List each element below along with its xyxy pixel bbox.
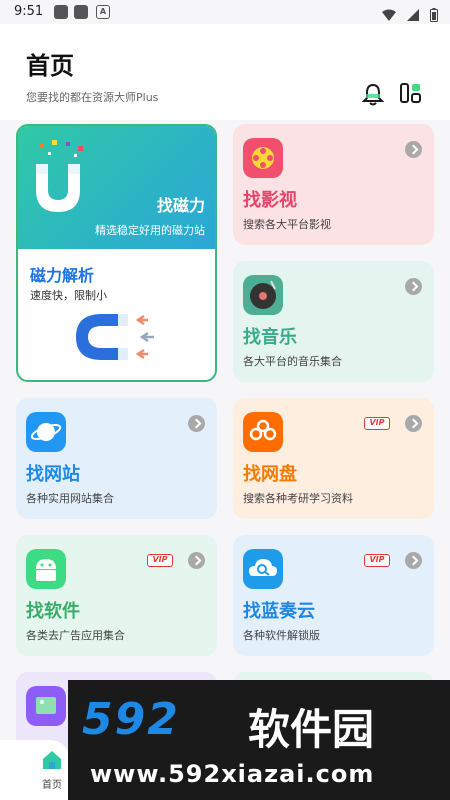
chevron-right-icon[interactable] <box>405 141 422 158</box>
magnet-parse-desc: 速度快，限制小 <box>30 289 107 302</box>
cloud-search-icon <box>243 549 283 589</box>
card-desc: 搜索各大平台影视 <box>243 218 331 231</box>
card-title: 找蓝奏云 <box>243 601 315 622</box>
magnet-search-banner[interactable]: 找磁力 精选稳定好用的磁力站 <box>18 126 215 249</box>
page-subtitle: 您要找的都在资源大师Plus <box>26 91 159 104</box>
card-title: 找影视 <box>243 190 297 211</box>
notification-icon <box>54 5 68 19</box>
watermark-name: 软件园 <box>248 705 375 754</box>
image-icon <box>26 686 66 726</box>
vip-badge: VIP <box>147 554 173 567</box>
horseshoe-magnet-icon <box>76 314 154 360</box>
card-find-video[interactable]: 找影视 搜索各大平台影视 <box>233 124 434 245</box>
vip-badge: VIP <box>364 417 390 430</box>
chevron-right-icon[interactable] <box>405 552 422 569</box>
battery-icon <box>430 7 438 22</box>
card-find-lanzou[interactable]: VIP 找蓝奏云 各种软件解锁版 <box>233 535 434 656</box>
layout-grid-icon[interactable] <box>400 82 422 104</box>
page-title: 首页 <box>26 52 74 80</box>
header: 首页 您要找的都在资源大师Plus <box>0 24 450 120</box>
notification-icon <box>74 5 88 19</box>
chevron-right-icon[interactable] <box>405 415 422 432</box>
magnet-card[interactable]: 找磁力 精选稳定好用的磁力站 磁力解析 速度快，限制小 <box>16 124 217 382</box>
watermark-number: 592 <box>82 694 180 745</box>
card-desc: 各类去广告应用集合 <box>26 629 125 642</box>
chevron-right-icon[interactable] <box>188 415 205 432</box>
planet-icon <box>26 412 66 452</box>
status-bar: 9:51 A <box>0 0 450 24</box>
card-desc: 各大平台的音乐集合 <box>243 355 342 368</box>
wifi-icon <box>381 9 396 21</box>
card-find-cloud-drive[interactable]: VIP 找网盘 搜索各种考研学习资料 <box>233 398 434 519</box>
android-icon <box>26 549 66 589</box>
watermark-overlay: 592 软件园 www.592xiazai.com <box>68 680 450 800</box>
bell-icon[interactable] <box>362 82 384 106</box>
card-title: 找音乐 <box>243 327 297 348</box>
card-desc: 各种软件解锁版 <box>243 629 320 642</box>
status-time: 9:51 <box>14 4 44 19</box>
card-find-music[interactable]: 找音乐 各大平台的音乐集合 <box>233 261 434 382</box>
vinyl-icon <box>243 275 283 315</box>
card-find-software[interactable]: VIP 找软件 各类去广告应用集合 <box>16 535 217 656</box>
chevron-right-icon[interactable] <box>405 278 422 295</box>
watermark-url: www.592xiazai.com <box>90 760 375 788</box>
card-title: 找软件 <box>26 601 80 622</box>
magnet-desc: 精选稳定好用的磁力站 <box>95 224 205 237</box>
signal-icon <box>406 8 419 21</box>
chevron-right-icon[interactable] <box>188 552 205 569</box>
card-title: 找网盘 <box>243 464 297 485</box>
card-desc: 各种实用网站集合 <box>26 492 114 505</box>
magnet-icon <box>36 140 83 212</box>
card-desc: 搜索各种考研学习资料 <box>243 492 353 505</box>
magnet-parse-title: 磁力解析 <box>30 266 95 285</box>
vip-badge: VIP <box>364 554 390 567</box>
magnet-title: 找磁力 <box>156 196 205 215</box>
home-icon[interactable] <box>40 748 64 772</box>
film-reel-icon <box>243 138 283 178</box>
card-title: 找网站 <box>26 464 80 485</box>
notification-badge-icon: A <box>96 5 110 19</box>
card-find-website[interactable]: 找网站 各种实用网站集合 <box>16 398 217 519</box>
cloud-link-icon <box>243 412 283 452</box>
nav-home-label[interactable]: 首页 <box>42 776 62 791</box>
